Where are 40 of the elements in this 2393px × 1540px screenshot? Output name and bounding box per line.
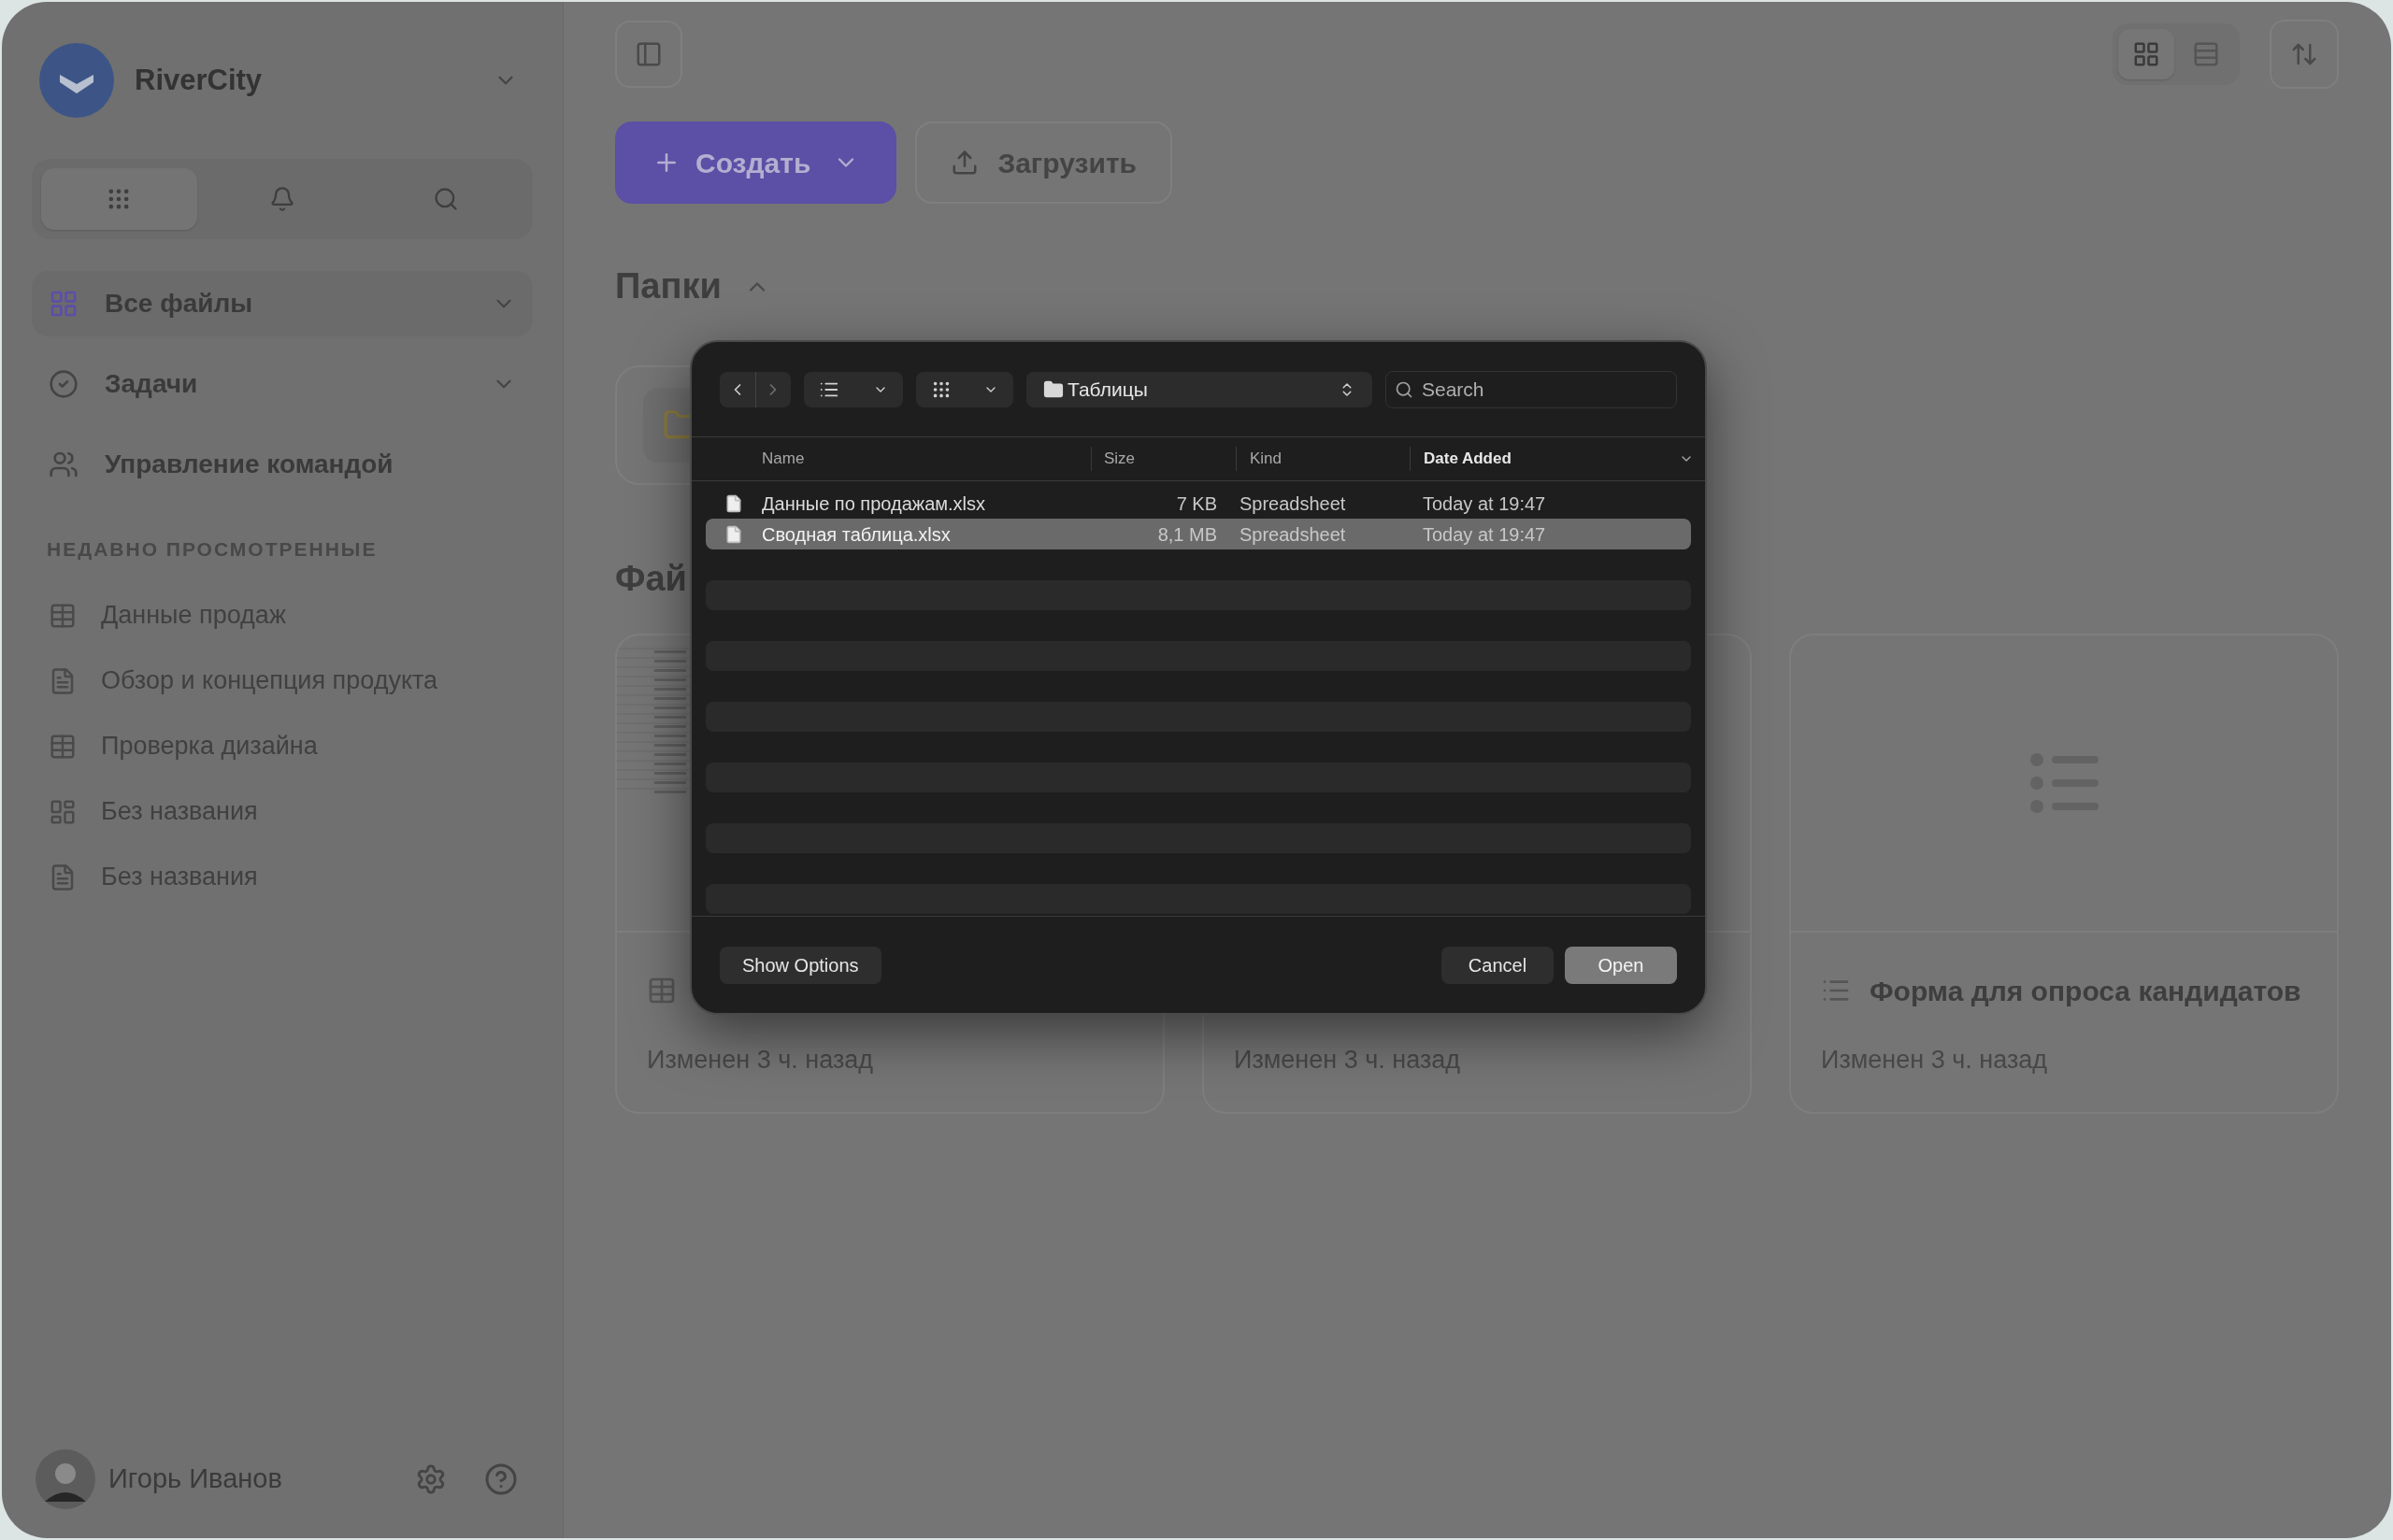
file-icon: [724, 523, 743, 545]
view-button[interactable]: [2118, 29, 2174, 79]
avatar-icon: [36, 1449, 95, 1509]
search-icon: [1395, 379, 1413, 399]
upload-icon: [951, 149, 980, 177]
column-header[interactable]: Date Added: [1424, 447, 1512, 471]
folder-icon: [1043, 378, 1064, 400]
column-header[interactable]: Kind: [1250, 447, 1282, 471]
create-button[interactable]: Создать: [615, 121, 897, 204]
file-row[interactable]: Сводная таблица.xlsx 8,1 MB Spreadsheet Today at 19:47: [706, 519, 1691, 549]
help-icon[interactable]: [484, 1462, 518, 1496]
sidebar-toggle-button[interactable]: [615, 21, 682, 88]
workspace-name: RiverCity: [135, 62, 263, 98]
check-circle-icon: [49, 369, 79, 399]
bell-icon: [269, 186, 295, 212]
list-view-button[interactable]: [804, 371, 903, 407]
logo-icon: [39, 43, 114, 118]
tool-tab[interactable]: [41, 168, 197, 230]
section-title: Фай: [615, 558, 687, 600]
file-row[interactable]: Данные по продажам.xlsx 7 KB Spreadsheet Today at 19:47: [706, 488, 1691, 519]
location-popup[interactable]: Таблицы: [1026, 371, 1372, 407]
settings-icon[interactable]: [415, 1463, 447, 1495]
column-header[interactable]: Size: [1104, 447, 1136, 471]
column-header[interactable]: Name: [762, 447, 805, 471]
list-icon: [2192, 40, 2220, 68]
section-title: Папки: [615, 265, 722, 307]
people-icon: [49, 449, 79, 479]
cancel-button[interactable]: Cancel: [1441, 946, 1554, 984]
search-icon: [432, 186, 459, 212]
grid-icon: [49, 289, 79, 319]
panel-left-icon: [635, 40, 663, 68]
icon-view-button[interactable]: [916, 371, 1013, 407]
card-title: Форма для опроса кандидатов: [1870, 974, 2301, 1008]
sort-button[interactable]: [2270, 20, 2339, 89]
table-icon: [647, 976, 677, 1005]
open-button[interactable]: Open: [1565, 946, 1677, 984]
file-icon: [724, 492, 743, 514]
show-options-button[interactable]: Show Options: [720, 946, 881, 984]
grid-icon: [2132, 40, 2160, 68]
search-field[interactable]: Search: [1385, 370, 1677, 408]
